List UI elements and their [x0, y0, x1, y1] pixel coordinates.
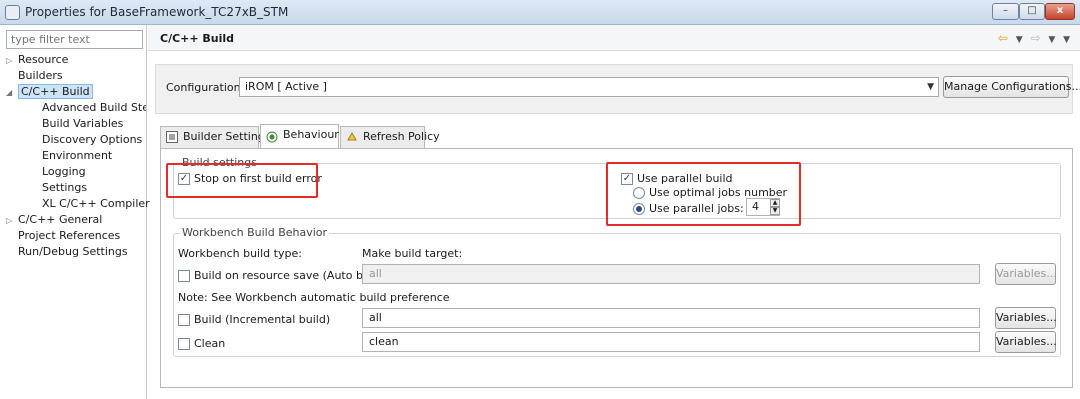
property-tree-panel: ▷Resource Builders ◢C/C++ Build Advanced… [0, 25, 150, 399]
tree-item-label: XL C/C++ Compiler [42, 197, 150, 210]
tree-item-cpp-build[interactable]: ◢ C/C++ Build [6, 84, 93, 100]
tree-item-settings[interactable]: Settings [42, 180, 87, 196]
workbench-build-type-label: Workbench build type: [178, 247, 302, 260]
highlight-box-stop-on-error [166, 163, 318, 198]
make-build-target-label: Make build target: [362, 247, 463, 260]
tree-item-label: C/C++ General [18, 213, 103, 226]
tree-item-resource[interactable]: ▷ Resource [6, 52, 68, 68]
tree-item-label: Logging [42, 165, 86, 178]
tab-builder-settings[interactable]: Builder Settings [160, 126, 271, 148]
tree-item-discovery-options[interactable]: Discovery Options [42, 132, 142, 148]
configuration-value: iROM [ Active ] [245, 80, 327, 93]
back-dropdown-icon[interactable]: ▼ [1016, 35, 1023, 45]
dropdown-arrow-icon[interactable]: ▼ [927, 80, 934, 94]
incremental-build-label: Build (Incremental build) [194, 313, 331, 326]
clean-label: Clean [194, 337, 226, 350]
configuration-select[interactable]: iROM [ Active ] ▼ [239, 77, 939, 97]
tree-item-logging[interactable]: Logging [42, 164, 86, 180]
window-title: Properties for BaseFramework_TC27xB_STM [25, 5, 289, 19]
back-arrow-icon[interactable]: ⇦ [998, 31, 1008, 45]
tree-item-label: Build Variables [42, 117, 124, 130]
forward-arrow-icon[interactable]: ⇨ [1030, 31, 1040, 45]
group-title: Workbench Build Behavior [180, 226, 330, 239]
clean-variables-button[interactable]: Variables... [995, 331, 1057, 353]
auto-build-variables-button[interactable]: Variables... [995, 263, 1057, 285]
tree-item-label: Discovery Options [42, 133, 143, 146]
auto-build-label: Build on resource save (Auto build) [194, 269, 388, 282]
page-title: C/C++ Build [160, 32, 235, 45]
tree-item-label: Settings [42, 181, 88, 194]
tree-item-run-debug-settings[interactable]: Run/Debug Settings [18, 244, 128, 260]
tree-item-label: Project References [18, 229, 121, 242]
auto-build-target-input[interactable]: all [362, 264, 980, 284]
forward-dropdown-icon[interactable]: ▼ [1048, 35, 1055, 45]
tab-behaviour[interactable]: Behaviour [260, 124, 339, 148]
collapse-icon[interactable]: ◢ [6, 85, 18, 101]
tree-item-label: Advanced Build Steps [42, 101, 146, 114]
tree-item-cpp-general[interactable]: ▷ C/C++ General [6, 212, 102, 228]
tab-label: Builder Settings [183, 130, 271, 143]
filter-input[interactable] [6, 30, 143, 49]
tree-item-advanced-build-steps[interactable]: Advanced Build Steps [42, 100, 146, 116]
expand-icon[interactable]: ▷ [6, 53, 18, 69]
tree-item-build-variables[interactable]: Build Variables [42, 116, 123, 132]
tab-label: Behaviour [283, 128, 339, 141]
tree-item-environment[interactable]: Environment [42, 148, 112, 164]
incremental-build-checkbox[interactable] [178, 314, 190, 326]
configuration-bar: Configuration: iROM [ Active ] ▼ Manage … [155, 64, 1080, 114]
tree-item-project-references[interactable]: Project References [18, 228, 120, 244]
incremental-variables-button[interactable]: Variables... [995, 307, 1057, 329]
maximize-button[interactable]: □ [1019, 3, 1045, 20]
view-menu-icon[interactable]: ▼ [1063, 35, 1070, 45]
radio-icon [266, 131, 278, 143]
highlight-box-parallel-build [606, 162, 801, 226]
tree-item-label: C/C++ Build [18, 84, 93, 99]
clean-checkbox[interactable] [178, 338, 190, 350]
manage-configurations-button[interactable]: Manage Configurations... [943, 76, 1080, 98]
page-header: C/C++ Build ⇦ ▼ ⇨ ▼ ▼ [148, 25, 1080, 51]
tree-item-xl-compiler[interactable]: XL C/C++ Compiler [42, 196, 150, 212]
workbench-preference-note: Note: See Workbench automatic build pref… [178, 291, 450, 304]
tab-label: Refresh Policy [363, 130, 440, 143]
minimize-button[interactable]: – [992, 3, 1019, 20]
configuration-label: Configuration: [166, 81, 245, 94]
title-bar: Properties for BaseFramework_TC27xB_STM … [0, 0, 1080, 25]
tree-item-label: Resource [18, 53, 69, 66]
tree-item-label: Builders [18, 69, 63, 82]
list-icon [166, 131, 178, 143]
clean-target-input[interactable]: clean [362, 332, 980, 352]
tab-refresh-policy[interactable]: Refresh Policy [340, 126, 440, 148]
nav-toolbar: ⇦ ▼ ⇨ ▼ ▼ [994, 31, 1070, 45]
expand-icon[interactable]: ▷ [6, 213, 18, 229]
auto-build-checkbox[interactable] [178, 270, 190, 282]
tree-item-label: Run/Debug Settings [18, 245, 128, 258]
app-icon [5, 5, 20, 20]
tree-item-builders[interactable]: Builders [18, 68, 63, 84]
incremental-build-target-input[interactable]: all [362, 308, 980, 328]
tree-item-label: Environment [42, 149, 113, 162]
workbench-build-group: Workbench Build Behavior Workbench build… [173, 226, 1061, 357]
close-button[interactable]: x [1045, 3, 1075, 20]
refresh-icon [347, 131, 357, 141]
